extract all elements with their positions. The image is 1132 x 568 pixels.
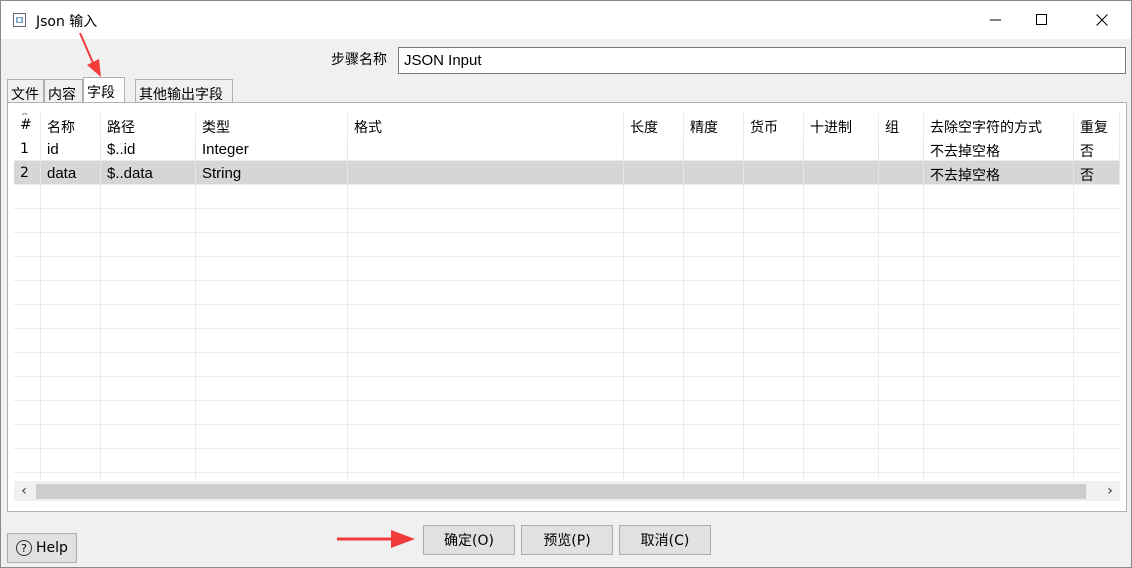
cell-repeat[interactable]: 否 <box>1074 161 1120 185</box>
table-header: ^ # 名称 路径 类型 格式 长度 精度 货币 十进制 组 去除空字符的方式 … <box>14 113 1120 137</box>
app-icon <box>12 12 28 28</box>
maximize-icon <box>1036 14 1047 25</box>
cell-decimal[interactable] <box>804 137 879 161</box>
column-header-number[interactable]: ^ # <box>14 113 41 137</box>
scrollbar-thumb[interactable] <box>36 484 1086 499</box>
column-header-path[interactable]: 路径 <box>101 113 196 137</box>
column-header-decimal[interactable]: 十进制 <box>804 113 879 137</box>
title-bar: Json 输入 <box>1 1 1131 39</box>
column-header-length[interactable]: 长度 <box>624 113 684 137</box>
cell-type[interactable]: Integer <box>196 137 348 161</box>
help-button[interactable]: ? Help <box>7 533 77 563</box>
cell-path[interactable]: $..id <box>101 137 196 161</box>
cell-path[interactable]: $..data <box>101 161 196 185</box>
scroll-right-arrow-icon[interactable]: › <box>1100 481 1120 501</box>
fields-table: ^ # 名称 路径 类型 格式 长度 精度 货币 十进制 组 去除空字符的方式 … <box>14 110 1120 480</box>
cancel-button[interactable]: 取消(C) <box>619 525 711 555</box>
column-header-name[interactable]: 名称 <box>41 113 101 137</box>
ok-button[interactable]: 确定(O) <box>423 525 515 555</box>
step-name-input[interactable] <box>398 47 1126 74</box>
cell-trim-type[interactable]: 不去掉空格 <box>924 161 1074 185</box>
column-header-currency[interactable]: 货币 <box>744 113 804 137</box>
step-name-label: 步骤名称 <box>331 52 387 68</box>
cell-length[interactable] <box>624 137 684 161</box>
cell-precision[interactable] <box>684 161 744 185</box>
dialog-content: 步骤名称 文件 内容 字段 其他输出字段 ^ # 名称 路径 类型 格式 长度 <box>1 39 1131 567</box>
close-button[interactable] <box>1079 1 1125 39</box>
column-header-precision[interactable]: 精度 <box>684 113 744 137</box>
cell-trim-type[interactable]: 不去掉空格 <box>924 137 1074 161</box>
preview-button[interactable]: 预览(P) <box>521 525 613 555</box>
cell-length[interactable] <box>624 161 684 185</box>
tab-additional-output-fields[interactable]: 其他输出字段 <box>135 79 233 103</box>
minimize-icon <box>990 19 1001 21</box>
dialog-window: Json 输入 步骤名称 文件 内容 字段 其他输出字段 ^ # <box>0 0 1132 568</box>
cell-name[interactable]: id <box>41 137 101 161</box>
row-number: 1 <box>14 137 41 161</box>
cell-format[interactable] <box>348 137 624 161</box>
minimize-button[interactable] <box>973 1 1019 39</box>
column-header-repeat[interactable]: 重复 <box>1074 113 1120 137</box>
column-header-type[interactable]: 类型 <box>196 113 348 137</box>
maximize-button[interactable] <box>1019 1 1065 39</box>
window-title: Json 输入 <box>36 14 98 30</box>
annotation-arrow-to-ok-button <box>337 530 415 548</box>
cell-currency[interactable] <box>744 161 804 185</box>
cell-name[interactable]: data <box>41 161 101 185</box>
row-number: 2 <box>14 161 41 185</box>
cell-currency[interactable] <box>744 137 804 161</box>
cell-type[interactable]: String <box>196 161 348 185</box>
table-row[interactable]: 2 data $..data String 不去掉空格 否 <box>14 161 1120 185</box>
help-icon: ? <box>16 540 33 556</box>
cell-format[interactable] <box>348 161 624 185</box>
fields-tab-panel: ^ # 名称 路径 类型 格式 长度 精度 货币 十进制 组 去除空字符的方式 … <box>7 102 1127 512</box>
cell-decimal[interactable] <box>804 161 879 185</box>
sort-caret-icon: ^ <box>21 113 29 122</box>
annotation-arrow-to-fields-tab <box>79 32 101 77</box>
cell-group[interactable] <box>879 137 924 161</box>
column-header-group[interactable]: 组 <box>879 113 924 137</box>
help-button-label: Help <box>36 540 68 556</box>
cell-group[interactable] <box>879 161 924 185</box>
column-header-format[interactable]: 格式 <box>348 113 624 137</box>
empty-grid-lines <box>14 185 1120 480</box>
column-header-trim-type[interactable]: 去除空字符的方式 <box>924 113 1074 137</box>
cell-repeat[interactable]: 否 <box>1074 137 1120 161</box>
horizontal-scrollbar[interactable]: ‹ › <box>14 481 1120 501</box>
scroll-left-arrow-icon[interactable]: ‹ <box>14 481 34 501</box>
tab-file[interactable]: 文件 <box>7 79 44 103</box>
cell-precision[interactable] <box>684 137 744 161</box>
table-row[interactable]: 1 id $..id Integer 不去掉空格 否 <box>14 137 1120 161</box>
close-icon <box>1096 14 1108 26</box>
